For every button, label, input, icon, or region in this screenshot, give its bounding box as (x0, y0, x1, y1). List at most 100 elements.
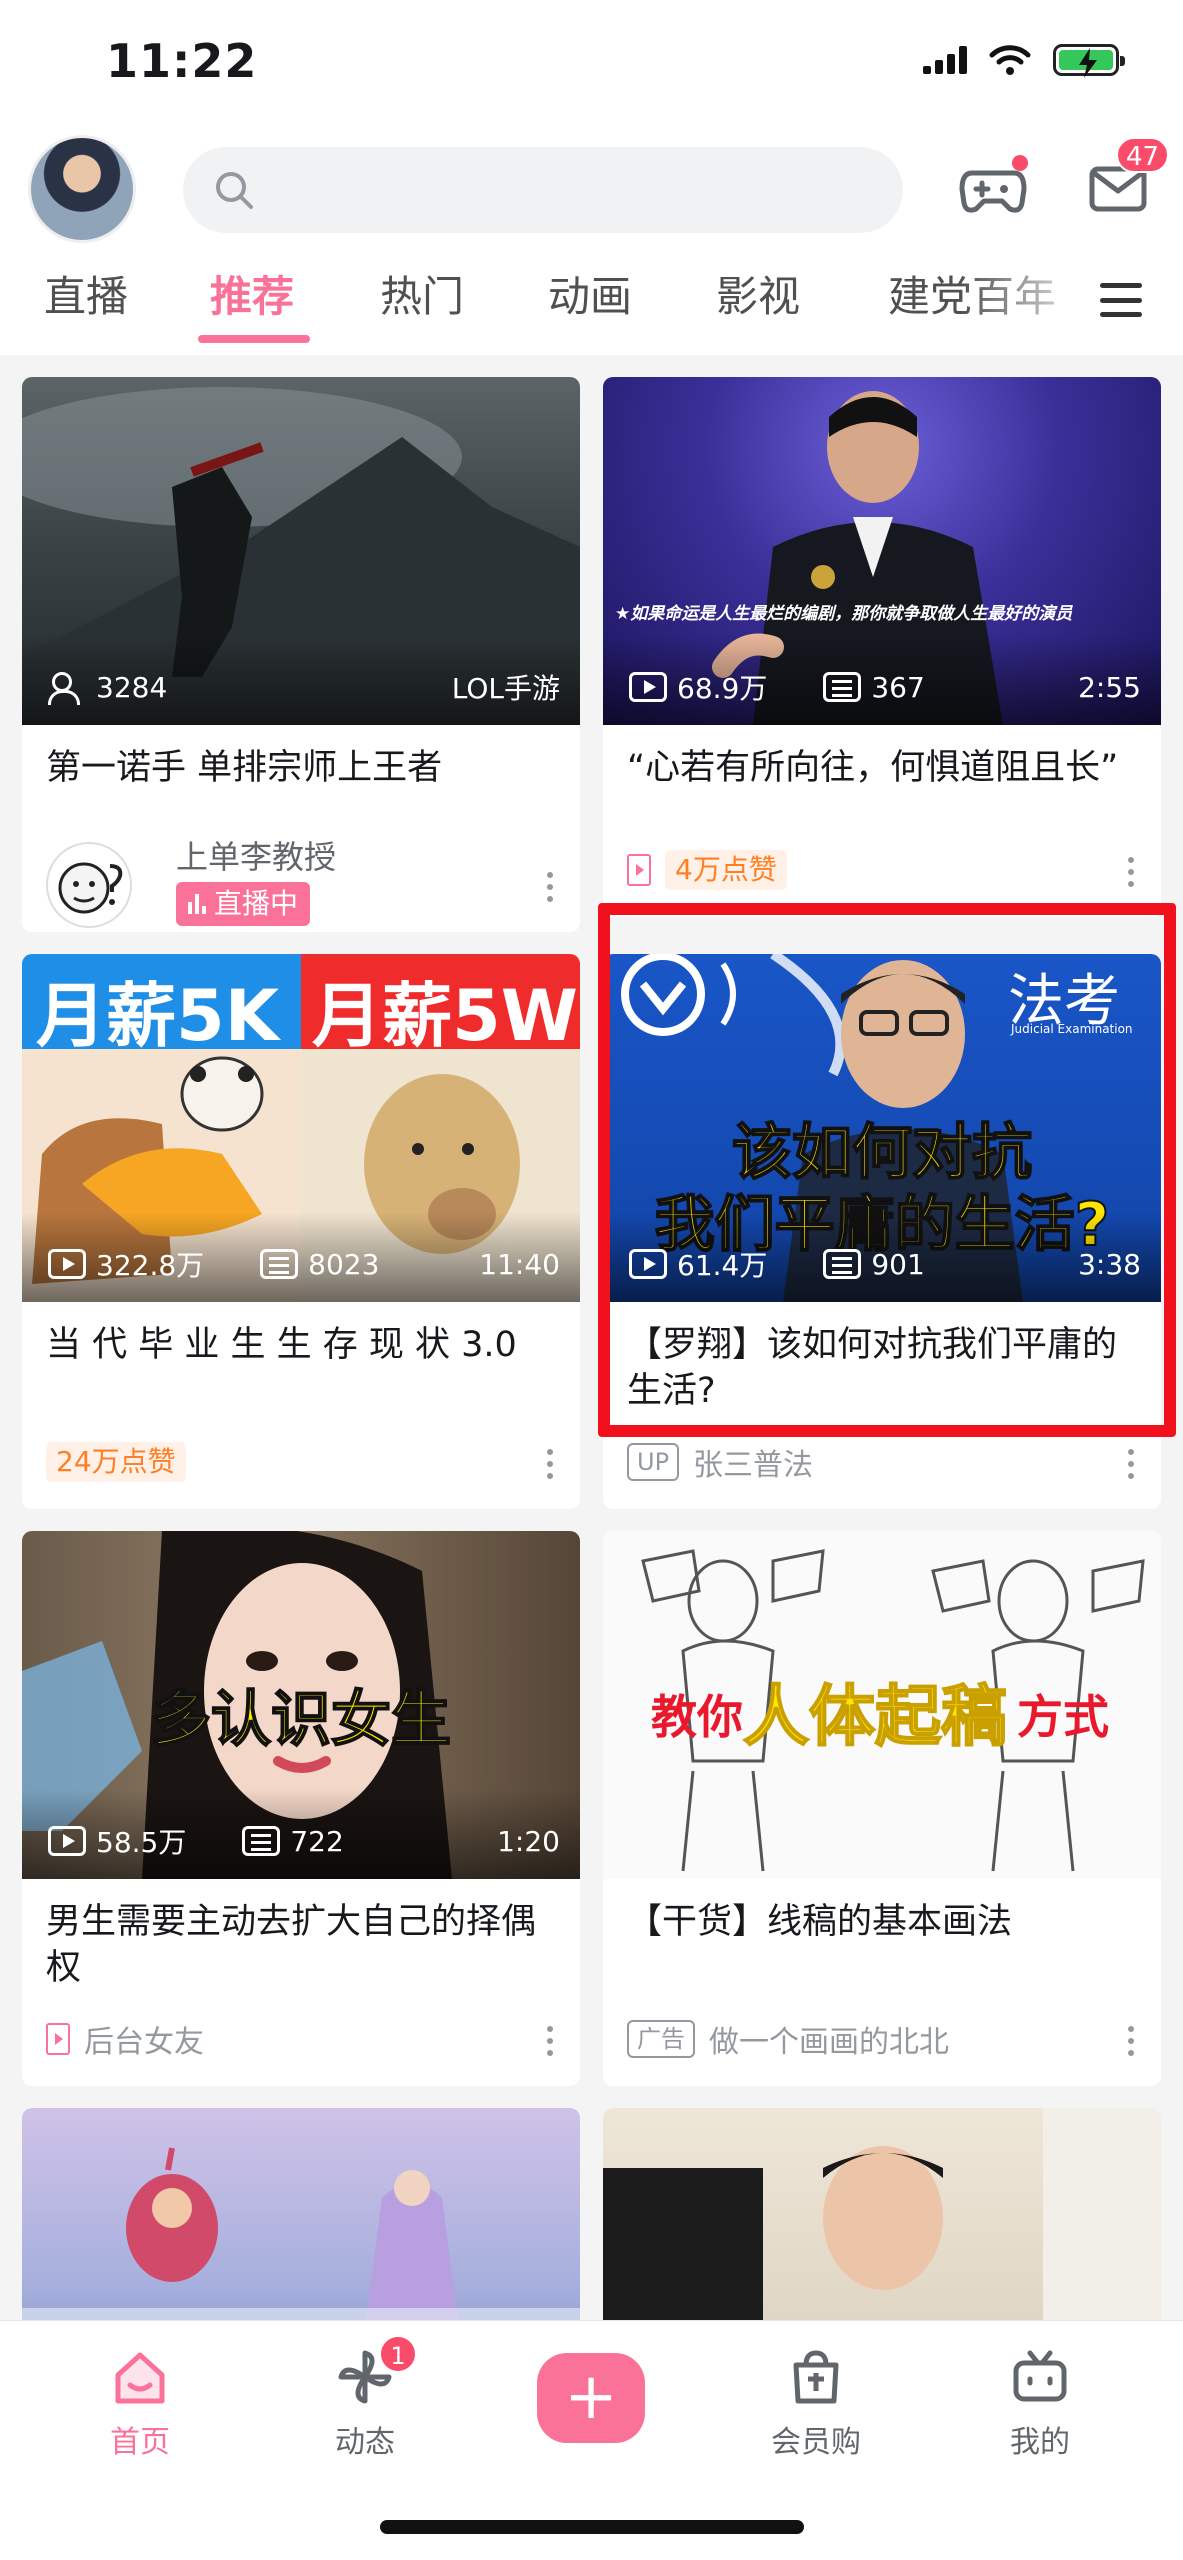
more-options-icon[interactable] (546, 872, 554, 902)
card-meta: 后台女友 (46, 2018, 520, 2060)
live-author: 上单李教授 直播中 (46, 832, 556, 932)
more-options-icon[interactable] (1127, 857, 1135, 887)
thumbnail-caption: ★如果命运是人生最烂的编剧，那你就争取做人生最好的演员 (615, 604, 1073, 624)
tv-icon (1013, 2350, 1067, 2402)
feed-card[interactable]: 教你 人体起稿 方式 【干货】线稿的基本画法 广告 做一个画画的北北 (603, 1531, 1161, 2086)
feed-card[interactable]: 3284 LOL手游 第一诺手 单排宗师上王者 上单李教授 直播中 (22, 377, 580, 932)
search-icon (216, 172, 253, 209)
category-label: LOL手游 (451, 672, 560, 705)
nav-home[interactable]: 首页 (80, 2347, 200, 2461)
video-type-icon (627, 854, 651, 886)
danmaku-icon (823, 672, 862, 702)
author-name[interactable]: 后台女友 (84, 2017, 204, 2061)
ad-tag: 广告 (627, 2020, 695, 2058)
overlay-text-c: 方式 (1017, 1690, 1109, 1744)
card-meta: 广告 做一个画画的北北 (627, 2018, 1101, 2060)
more-options-icon[interactable] (1127, 1449, 1135, 1479)
more-options-icon[interactable] (1127, 2026, 1135, 2056)
viewer-count: 3284 (96, 670, 168, 704)
author-avatar[interactable] (46, 842, 132, 928)
up-icon: UP (627, 1443, 680, 1481)
overlay-text-a: 教你 (651, 1690, 743, 1744)
video-title: 【干货】线稿的基本画法 (627, 1902, 1013, 1942)
thumbnail: 多认识女生 58.5万 722 1:20 (22, 1531, 580, 1879)
active-tab-indicator (198, 335, 310, 343)
viewers-icon (48, 672, 86, 705)
video-title: 男生需要主动去扩大自己的择偶权 (46, 1902, 537, 1988)
feed-card[interactable]: 月薪5K 月薪5W 322.8万 8023 11:40 当 代 毕 业 生 生 … (22, 954, 580, 1509)
tab-menu-icon[interactable] (1100, 283, 1142, 317)
thumbnail-art (22, 2147, 580, 2348)
duration: 1:20 (497, 1824, 560, 1858)
tab-hot[interactable]: 热门 (380, 263, 464, 324)
thumbnail: 月薪5K 月薪5W 322.8万 8023 11:40 (22, 954, 580, 1302)
upload-button[interactable]: + (537, 2353, 645, 2443)
thumbnail: ★如果命运是人生最烂的编剧，那你就争取做人生最好的演员 68.9万 367 2:… (603, 377, 1161, 725)
wifi-icon (989, 45, 1031, 75)
overlay-text-b: 人体起稿 (742, 1677, 1008, 1756)
card-meta: 24万点赞 (46, 1441, 520, 1483)
status-icons (923, 44, 1125, 78)
video-title: 当 代 毕 业 生 生 存 现 状 3.0 (46, 1325, 517, 1365)
game-notification-dot (1012, 155, 1028, 171)
view-count: 68.9万 (677, 672, 768, 705)
home-icon (115, 2352, 165, 2404)
card-meta: UP 张三普法 (627, 1441, 1101, 1483)
tab-animation[interactable]: 动画 (548, 263, 632, 324)
tab-recommend[interactable]: 推荐 (210, 263, 294, 324)
author-name[interactable]: 张三普法 (693, 1440, 813, 1484)
messages-button[interactable]: 47 (1088, 137, 1170, 215)
feed-card[interactable]: 多认识女生 58.5万 722 1:20 男生需要主动去扩大自己的择偶权 后台女… (22, 1531, 580, 2086)
likes-tag: 24万点赞 (46, 1442, 186, 1482)
thumbnail (22, 2108, 580, 2348)
danmaku-icon (260, 1249, 299, 1279)
status-time: 11:22 (106, 34, 258, 88)
search-bar[interactable] (183, 147, 903, 233)
duration: 2:55 (1078, 670, 1141, 704)
banner-right-text: 月薪5W (312, 975, 578, 1057)
likes-tag: 4万点赞 (665, 850, 787, 890)
author-name[interactable]: 上单李教授 (176, 832, 336, 878)
battery-icon (1053, 44, 1125, 78)
thumbnail (603, 2108, 1161, 2348)
danmaku-icon (242, 1826, 281, 1856)
more-options-icon[interactable] (546, 2026, 554, 2056)
feed-card[interactable]: ★如果命运是人生最烂的编剧，那你就争取做人生最好的演员 68.9万 367 2:… (603, 377, 1161, 917)
danmaku-count: 8023 (308, 1247, 380, 1281)
feed-card[interactable] (603, 2108, 1161, 2348)
view-count: 322.8万 (96, 1249, 205, 1282)
thumbnail-stats: 322.8万 8023 11:40 (48, 1244, 560, 1284)
more-options-icon[interactable] (546, 1449, 554, 1479)
play-count-icon (48, 1249, 86, 1279)
video-title: “心若有所向往，何惧道阻且长” (627, 748, 1119, 788)
tab-live[interactable]: 直播 (44, 263, 128, 324)
thumbnail-stats: 3284 LOL手游 (48, 667, 560, 707)
thumbnail: 3284 LOL手游 (22, 377, 580, 725)
card-meta: 4万点赞 (627, 849, 1101, 891)
nav-mine[interactable]: 我的 (980, 2347, 1100, 2461)
play-count-icon (48, 1826, 86, 1856)
user-avatar[interactable] (28, 135, 136, 243)
author-name[interactable]: 做一个画画的北北 (709, 2017, 949, 2061)
feed-card[interactable] (22, 2108, 580, 2348)
nav-dynamic[interactable]: 1 动态 (305, 2335, 425, 2461)
live-bars-icon (188, 894, 206, 914)
game-center-button[interactable] (958, 155, 1028, 219)
video-type-icon (46, 2023, 70, 2055)
play-count-icon (629, 672, 667, 702)
nav-shop[interactable]: 会员购 (756, 2347, 876, 2461)
danmaku-count: 367 (871, 670, 925, 704)
channel-tabs: 直播 推荐 热门 动画 影视 建党百年 (0, 263, 1183, 343)
thumbnail-stats: 58.5万 722 1:20 (48, 1821, 560, 1861)
shopping-bag-icon (793, 2350, 839, 2404)
status-bar: 11:22 (0, 0, 1183, 125)
view-count: 58.5万 (96, 1826, 187, 1859)
banner-left-text: 月薪5K (36, 975, 279, 1057)
thumbnail-stats: 68.9万 367 2:55 (629, 667, 1141, 707)
thumbnail: 教你 人体起稿 方式 (603, 1531, 1161, 1879)
highlight-box (598, 903, 1176, 1437)
tab-film[interactable]: 影视 (716, 263, 800, 324)
cellular-signal-icon (923, 46, 967, 74)
mail-badge: 47 (1116, 137, 1170, 173)
home-indicator[interactable] (380, 2520, 804, 2534)
